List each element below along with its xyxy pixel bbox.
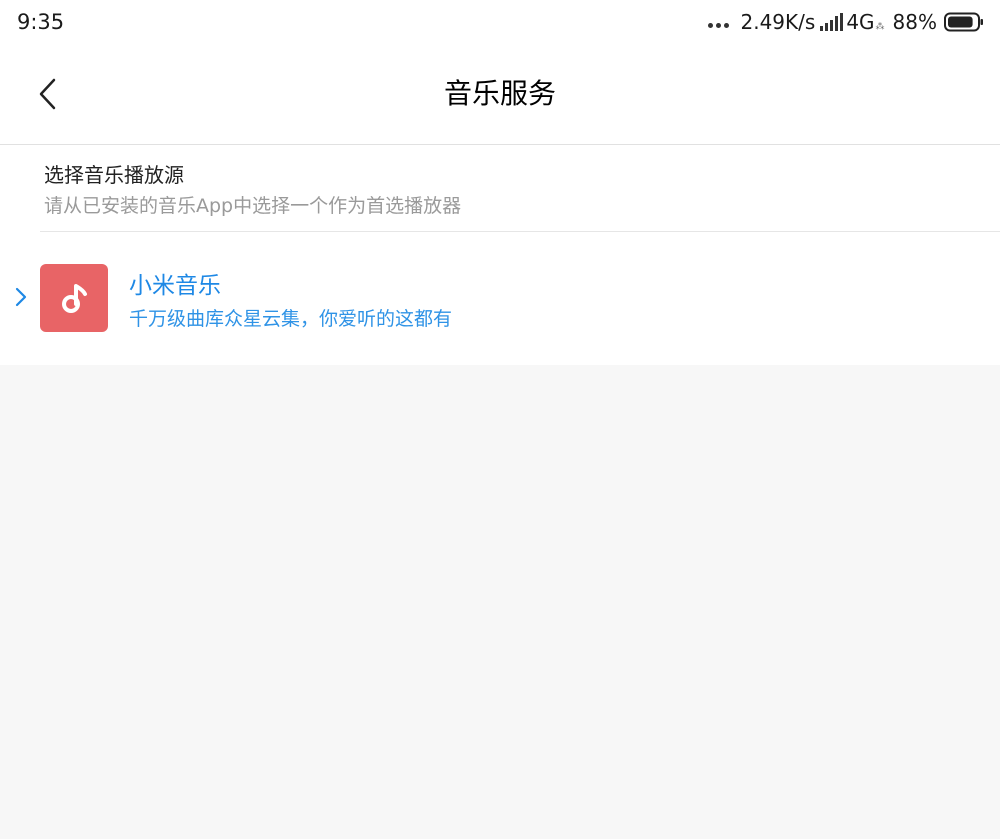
status-time: 9:35 <box>17 10 65 34</box>
signal-icon <box>820 13 844 31</box>
divider <box>40 231 1000 232</box>
status-bar: 9:35 2.49K/s 4G ⁂ 88% <box>0 0 1000 44</box>
battery-icon <box>944 12 983 32</box>
screen: 9:35 2.49K/s 4G ⁂ 88% 音乐服务 选择音乐播放源 请从已安装… <box>0 0 1000 839</box>
network-type: 4G <box>846 10 875 34</box>
music-note-icon <box>40 264 108 332</box>
music-source-section: 选择音乐播放源 请从已安装的音乐App中选择一个作为首选播放器 小米音乐 千万级… <box>0 145 1000 365</box>
more-dots-icon <box>707 17 729 28</box>
app-description: 千万级曲库众星云集，你爱听的这都有 <box>129 308 453 330</box>
section-title: 选择音乐播放源 <box>44 163 184 187</box>
app-option-xiaomi-music[interactable]: 小米音乐 千万级曲库众星云集，你爱听的这都有 <box>0 255 1000 345</box>
chevron-right-icon <box>15 287 27 307</box>
network-speed: 2.49K/s <box>740 10 816 34</box>
status-indicators: 2.49K/s 4G ⁂ 88% <box>707 9 985 35</box>
section-header: 选择音乐播放源 请从已安装的音乐App中选择一个作为首选播放器 <box>44 161 1000 220</box>
section-subtitle: 请从已安装的音乐App中选择一个作为首选播放器 <box>44 195 462 217</box>
hd-mark: ⁂ <box>875 22 885 32</box>
header: 音乐服务 <box>0 44 1000 145</box>
battery-percent: 88% <box>892 10 937 34</box>
app-name: 小米音乐 <box>129 273 221 299</box>
page-title: 音乐服务 <box>443 77 556 110</box>
